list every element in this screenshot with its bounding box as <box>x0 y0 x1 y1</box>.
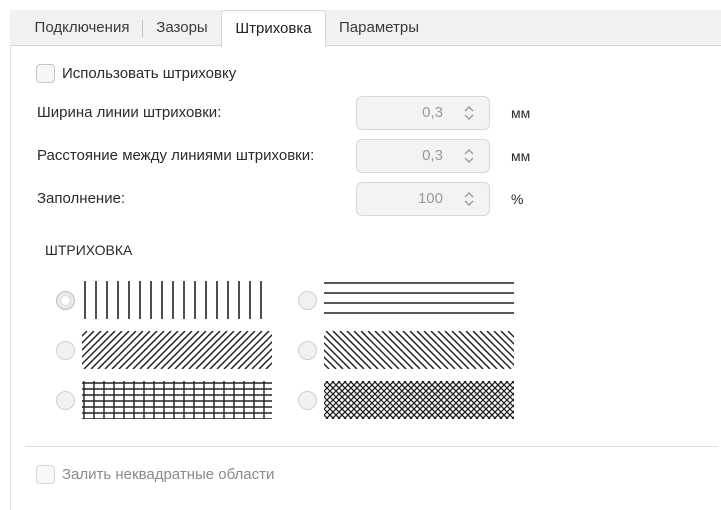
vertical-lines-pattern-icon[interactable] <box>82 281 272 319</box>
diagonal-forward-pattern-icon[interactable] <box>82 331 272 369</box>
horizontal-lines-pattern-icon[interactable] <box>324 281 514 319</box>
pattern-diagonal-back-radio[interactable] <box>298 341 317 360</box>
grid-pattern-icon[interactable] <box>82 381 272 419</box>
pattern-horizontal-radio[interactable] <box>298 291 317 310</box>
tab-gaps[interactable]: Зазоры <box>152 10 212 46</box>
stepper-arrows-icon[interactable] <box>463 191 475 207</box>
fill-non-square-checkbox[interactable] <box>36 465 55 484</box>
line-width-unit: мм <box>511 105 531 121</box>
cross-diagonal-pattern-icon[interactable] <box>324 381 514 419</box>
pattern-cross-diagonal-radio[interactable] <box>298 391 317 410</box>
fill-label: Заполнение: <box>37 190 126 207</box>
hatching-section-title: ШТРИХОВКА <box>45 242 133 258</box>
stepper-arrows-icon[interactable] <box>463 105 475 121</box>
line-width-label: Ширина линии штриховки: <box>37 104 222 121</box>
line-spacing-value: 0,3 <box>422 147 443 164</box>
tab-separator <box>142 20 143 37</box>
panel-border <box>10 46 11 510</box>
pattern-diagonal-forward-radio[interactable] <box>56 341 75 360</box>
fill-non-square-label: Залить неквадратные области <box>62 466 275 483</box>
line-spacing-stepper[interactable]: 0,3 <box>356 139 490 173</box>
line-spacing-label: Расстояние между линиями штриховки: <box>37 147 315 164</box>
tab-hatching[interactable]: Штриховка <box>221 10 326 47</box>
line-width-stepper[interactable]: 0,3 <box>356 96 490 130</box>
line-width-value: 0,3 <box>422 104 443 121</box>
fill-value: 100 <box>417 190 443 207</box>
line-spacing-unit: мм <box>511 148 531 164</box>
tab-connections[interactable]: Подключения <box>30 10 134 46</box>
use-hatching-label: Использовать штриховку <box>62 65 237 82</box>
use-hatching-checkbox[interactable] <box>36 64 55 83</box>
fill-unit: % <box>511 191 524 207</box>
pattern-grid-radio[interactable] <box>56 391 75 410</box>
pattern-vertical-radio[interactable] <box>56 291 75 310</box>
section-divider <box>25 446 718 447</box>
stepper-arrows-icon[interactable] <box>463 148 475 164</box>
tab-bar: Подключения Зазоры Штриховка Параметры <box>10 10 721 47</box>
diagonal-back-pattern-icon[interactable] <box>324 331 514 369</box>
tab-parameters[interactable]: Параметры <box>334 10 424 46</box>
fill-stepper[interactable]: 100 <box>356 182 490 216</box>
